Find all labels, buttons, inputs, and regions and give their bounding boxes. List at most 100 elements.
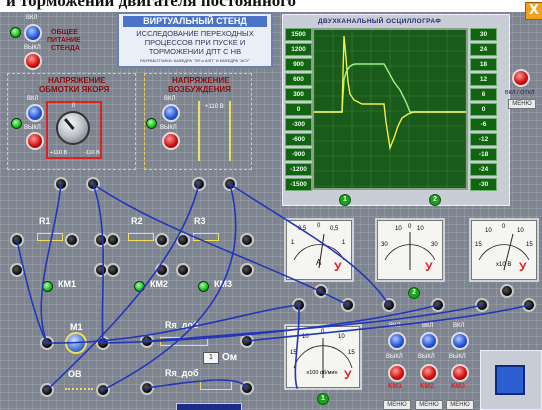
scope-left-label-9: -1200 [285, 163, 312, 176]
header-title: ВИРТУАЛЬНЫЙ СТЕНД [123, 16, 267, 27]
label-km2: КМ2 [150, 279, 168, 289]
voltmeter-2-tick-4: 10 [517, 228, 524, 234]
label-r1: R1 [39, 216, 51, 226]
armature-on-button[interactable] [26, 104, 44, 122]
scope-right-label-3: 12 [470, 73, 497, 86]
power-label-3: СТЕНДА [51, 45, 80, 52]
center-jack[interactable] [314, 284, 328, 298]
ammeter-jack-left[interactable] [292, 298, 306, 312]
scope-channel-2: 2 [429, 194, 441, 206]
scope-left-label-2: 900 [285, 58, 312, 71]
scope-right-label-1: 24 [470, 43, 497, 56]
rya-2-jack-left[interactable] [140, 381, 154, 395]
motor-m1-symbol[interactable] [65, 332, 87, 354]
km2-off-button[interactable] [420, 364, 438, 382]
ob-jack-left[interactable] [40, 383, 54, 397]
ammeter-tick-4: 0,5 [330, 226, 339, 232]
field-jack-plus[interactable] [192, 177, 206, 191]
km3-menu-button[interactable]: МЕНЮ [446, 400, 474, 410]
header-line-2: ПРОЦЕССОВ ПРИ ПУСКЕ И [144, 38, 246, 47]
voltmeter-2-tick-3: 0 [502, 224, 506, 230]
voltmeter-1-tick-2: 10 [395, 226, 402, 232]
voltmeter-2-mark: У [519, 260, 527, 274]
square-indicator[interactable] [495, 365, 525, 395]
field-on-button[interactable] [162, 104, 180, 122]
km3-led [198, 281, 209, 292]
km2-jack-left[interactable] [106, 263, 120, 277]
voltmeter-1-mark: У [425, 260, 433, 274]
armature-jack-minus[interactable] [86, 177, 100, 191]
voltmeter-2-jack-right[interactable] [522, 298, 536, 312]
scope-left-label-7: -600 [285, 133, 312, 146]
power-on-button[interactable] [24, 24, 42, 42]
km1-off-button[interactable] [388, 364, 406, 382]
armature-jack-plus[interactable] [54, 177, 68, 191]
voltmeter-2: 15 10 0 10 15 x10 В У [469, 218, 539, 282]
scope-left-label-1: 1200 [285, 43, 312, 56]
ohm-value-box[interactable]: 1 [203, 352, 219, 364]
field-off-button[interactable] [162, 132, 180, 150]
r3-jack-right[interactable] [240, 233, 254, 247]
km1-on-button[interactable] [388, 332, 406, 350]
close-button[interactable]: X [525, 2, 542, 20]
top-caption-text: и торможении двигателя постоянного [6, 0, 297, 10]
power-on-label: ВКЛ [26, 15, 38, 21]
field-jack-minus[interactable] [223, 177, 237, 191]
scope-left-label-4: 300 [285, 88, 312, 101]
km3-jack-left[interactable] [176, 263, 190, 277]
km2-menu-button[interactable]: МЕНЮ [415, 400, 443, 410]
armature-voltage-knob[interactable] [56, 111, 90, 145]
km2-on-button[interactable] [420, 332, 438, 350]
voltmeter-1-jack-left[interactable] [382, 298, 396, 312]
rya-1-jack-left[interactable] [140, 334, 154, 348]
r2-jack-right[interactable] [155, 233, 169, 247]
field-switch-line-2 [229, 101, 231, 161]
label-rya-2: Rя_доб [165, 368, 199, 378]
scope-right-label-2: 18 [470, 58, 497, 71]
label-km3: КМ3 [214, 279, 232, 289]
r1-jack-left[interactable] [10, 233, 24, 247]
voltmeter-2-tick-2: 10 [485, 228, 492, 234]
m1-jack-left[interactable] [40, 336, 54, 350]
km3-jack-right[interactable] [240, 263, 254, 277]
contactor-km1-label: КМ1 [388, 383, 402, 390]
km1-menu-button[interactable]: МЕНЮ [383, 400, 411, 410]
scope-right-label-7: -12 [470, 133, 497, 146]
field-winding-coil [65, 382, 93, 390]
contactor-km2-label: КМ2 [420, 383, 434, 390]
power-off-button[interactable] [24, 52, 42, 70]
scope-left-label-6: -300 [285, 118, 312, 131]
rya-2-body [200, 380, 232, 390]
rya-2-slider[interactable] [176, 403, 242, 410]
oscilloscope-left-scale: 1500 1200 900 600 300 0 -300 -600 -900 -1200 -1500 [285, 28, 312, 193]
armature-off-button[interactable] [26, 132, 44, 150]
voltmeter-1-tick-1: 30 [381, 242, 388, 248]
km3-on-button[interactable] [451, 332, 469, 350]
header-plaque: ВИРТУАЛЬНЫЙ СТЕНД ИССЛЕДОВАНИЕ ПЕРЕХОДНЫ… [117, 12, 273, 68]
scope-power-button[interactable] [512, 69, 530, 87]
header-line-3: ТОРМОЖЕНИИ ДПТ С НВ [148, 47, 242, 56]
field-voltage-label: +110 В [205, 104, 224, 110]
km2-led [134, 281, 145, 292]
r2-jack-left[interactable] [106, 233, 120, 247]
tachometer-tick-5: 15 [348, 350, 355, 356]
r1-jack-mid[interactable] [65, 233, 79, 247]
tachometer-tick-3: 0 [321, 329, 325, 335]
ob-jack-right[interactable] [96, 383, 110, 397]
scope-menu-button[interactable]: МЕНЮ [508, 99, 536, 109]
km3-off-button[interactable] [451, 364, 469, 382]
right-center-jack[interactable] [500, 284, 514, 298]
rya-1-jack-right[interactable] [240, 334, 254, 348]
rya-1-body [160, 337, 208, 346]
scope-left-label-0: 1500 [285, 28, 312, 41]
km2-jack-right[interactable] [155, 263, 169, 277]
r3-jack-left[interactable] [176, 233, 190, 247]
ammeter-jack-right[interactable] [341, 298, 355, 312]
voltmeter-2-jack-left[interactable] [475, 298, 489, 312]
rya-2-jack-right[interactable] [240, 381, 254, 395]
m1-jack-right[interactable] [96, 336, 110, 350]
field-title-1: НАПРЯЖЕНИЕ [172, 76, 230, 85]
voltmeter-1-jack-right[interactable] [431, 298, 445, 312]
km2-on-label: ВКЛ [422, 323, 434, 329]
km1-jack-left[interactable] [10, 263, 24, 277]
